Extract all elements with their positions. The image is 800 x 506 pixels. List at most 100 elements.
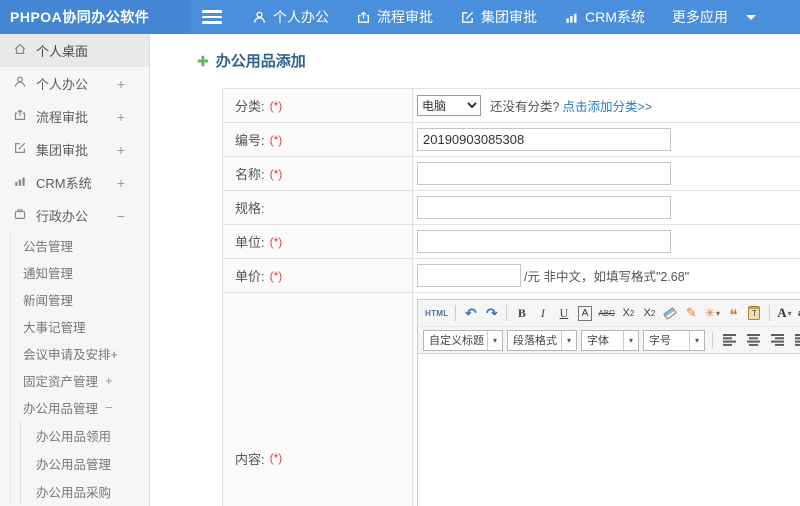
sidebar-label: 个人桌面 bbox=[36, 44, 89, 59]
redo-icon[interactable]: ↷ bbox=[482, 303, 501, 323]
sidebar-label: 公告管理 bbox=[23, 240, 74, 254]
sidebar-label: 流程审批 bbox=[36, 110, 89, 125]
field-label: 内容: bbox=[235, 451, 265, 467]
sidebar-item-supplies-purchase[interactable]: 办公用品采购 bbox=[21, 477, 149, 505]
align-center-icon[interactable] bbox=[744, 330, 764, 350]
nav-item-more-apps[interactable]: 更多应用 bbox=[672, 7, 756, 27]
plain-format-button[interactable]: A bbox=[577, 305, 593, 321]
page-title-text: 办公用品添加 bbox=[215, 53, 306, 70]
edit-square-icon bbox=[13, 141, 27, 158]
blockquote-icon[interactable]: ❝ bbox=[724, 306, 743, 326]
highlight-color-button[interactable]: ab✎▾ bbox=[796, 303, 800, 323]
sidebar-item-personal-office[interactable]: 个人办公 + bbox=[0, 67, 149, 100]
font-size-select[interactable]: 字号 ▾ bbox=[643, 329, 705, 351]
add-category-link[interactable]: 点击添加分类>> bbox=[562, 96, 652, 115]
office-supplies-submenu: 办公用品领用 办公用品管理 办公用品采购 bbox=[20, 421, 149, 505]
sidebar-item-supplies-claim[interactable]: 办公用品领用 bbox=[21, 421, 149, 449]
sidebar-item-crm[interactable]: CRM系统 + bbox=[0, 166, 149, 199]
paragraph-format-select[interactable]: 段落格式 ▾ bbox=[507, 329, 577, 351]
sidebar-item-desktop[interactable]: 个人桌面 bbox=[0, 34, 149, 67]
source-code-button[interactable]: HTML bbox=[423, 303, 450, 323]
sidebar-label: 办公用品采购 bbox=[36, 485, 112, 500]
sidebar-item-office-supplies-mgmt[interactable]: 办公用品管理 − bbox=[11, 394, 149, 421]
form-row-content: 内容: (*) HTML ↶ ↷ B I U A ABC X 2 X 2 ✎ ✳… bbox=[223, 293, 800, 506]
form-row-category: 分类: (*) 电脑 还没有分类? 点击添加分类>> bbox=[223, 89, 800, 123]
sidebar-label: 新闻管理 bbox=[23, 294, 74, 308]
caret-down-icon: ▾ bbox=[623, 330, 638, 350]
form-row-unit: 单位: (*) bbox=[223, 225, 800, 259]
undo-icon[interactable]: ↶ bbox=[461, 303, 480, 323]
supply-add-form: 分类: (*) 电脑 还没有分类? 点击添加分类>> 编号: (*) 20190… bbox=[222, 88, 800, 506]
strikethrough-button[interactable]: ABC bbox=[596, 303, 616, 323]
app-logo: PHPOA协同办公软件 bbox=[0, 0, 190, 34]
sidebar-item-news-mgmt[interactable]: 新闻管理 bbox=[11, 286, 149, 313]
workflow-icon bbox=[356, 10, 371, 25]
briefcase-icon bbox=[13, 207, 27, 224]
font-color-button[interactable]: A ▾ bbox=[775, 303, 794, 323]
sidebar-item-memorabilia-mgmt[interactable]: 大事记管理 bbox=[11, 313, 149, 340]
unit-input[interactable] bbox=[417, 230, 671, 253]
underline-button[interactable]: U bbox=[554, 303, 573, 323]
align-right-icon[interactable] bbox=[768, 330, 788, 350]
paste-as-text-button[interactable]: T bbox=[745, 303, 764, 323]
nav-item-group-approval[interactable]: 集团审批 bbox=[460, 7, 537, 27]
spec-input[interactable] bbox=[417, 196, 671, 219]
nav-item-crm[interactable]: CRM系统 bbox=[564, 7, 645, 27]
sidebar-item-group-approval[interactable]: 集团审批 + bbox=[0, 133, 149, 166]
nav-item-personal-office[interactable]: 个人办公 bbox=[252, 7, 329, 27]
toolbar-separator bbox=[455, 305, 457, 321]
hamburger-icon[interactable] bbox=[202, 10, 222, 24]
expand-plus-icon[interactable]: + bbox=[117, 175, 125, 191]
quick-format-button[interactable]: ✳ ▾ bbox=[703, 303, 722, 323]
font-family-select[interactable]: 字体 ▾ bbox=[581, 329, 639, 351]
sidebar-item-meeting-mgmt[interactable]: 会议申请及安排+ bbox=[11, 340, 149, 367]
form-row-name: 名称: (*) bbox=[223, 157, 800, 191]
price-input[interactable] bbox=[417, 264, 521, 287]
sidebar-item-notice-mgmt[interactable]: 通知管理 bbox=[11, 259, 149, 286]
sidebar-item-announcement-mgmt[interactable]: 公告管理 bbox=[11, 232, 149, 259]
sidebar-item-admin-office[interactable]: 行政办公 − bbox=[0, 199, 149, 232]
bar-chart-icon bbox=[564, 10, 579, 25]
required-marker: (*) bbox=[269, 234, 283, 249]
rich-text-editor: HTML ↶ ↷ B I U A ABC X2 X2 ✎ ✳ ▾ ❝ T A ▾… bbox=[417, 299, 800, 506]
collapse-minus-icon[interactable]: − bbox=[105, 400, 113, 415]
format-painter-icon[interactable]: ✎ bbox=[682, 303, 701, 323]
expand-plus-icon[interactable]: + bbox=[117, 109, 125, 125]
sidebar-label: 固定资产管理 bbox=[23, 375, 99, 389]
sidebar-item-workflow-approval[interactable]: 流程审批 + bbox=[0, 100, 149, 133]
main-content: ✚ 办公用品添加 分类: (*) 电脑 还没有分类? 点击添加分类>> 编号: … bbox=[150, 34, 800, 506]
nav-label: 个人办公 bbox=[273, 9, 329, 25]
name-input[interactable] bbox=[417, 162, 671, 185]
editor-content-area[interactable] bbox=[418, 354, 800, 506]
bar-chart-icon bbox=[13, 174, 27, 191]
subscript-button[interactable]: X2 bbox=[640, 303, 659, 323]
toolbar-separator bbox=[768, 305, 770, 321]
form-row-code: 编号: (*) bbox=[223, 123, 800, 157]
sidebar: 个人桌面 个人办公 + 流程审批 + 集团审批 + CRM系统 + 行政办公 − bbox=[0, 34, 150, 506]
sidebar-label: 大事记管理 bbox=[23, 321, 86, 335]
nav-item-workflow-approval[interactable]: 流程审批 bbox=[356, 7, 433, 27]
sidebar-label: 通知管理 bbox=[23, 267, 74, 281]
code-input[interactable] bbox=[417, 128, 671, 151]
category-select[interactable]: 电脑 bbox=[417, 95, 481, 116]
sidebar-label: 会议申请及安排+ bbox=[23, 348, 118, 362]
add-icon: ✚ bbox=[197, 52, 209, 69]
expand-plus-icon[interactable]: + bbox=[117, 76, 125, 92]
sparkle-icon: ✳ bbox=[704, 306, 715, 320]
bold-button[interactable]: B bbox=[512, 303, 531, 323]
no-category-text: 还没有分类? bbox=[490, 100, 560, 114]
sidebar-item-supplies-manage[interactable]: 办公用品管理 bbox=[21, 449, 149, 477]
superscript-button[interactable]: X2 bbox=[619, 303, 638, 323]
align-left-icon[interactable] bbox=[720, 330, 740, 350]
remove-format-button[interactable] bbox=[661, 303, 680, 323]
justify-icon[interactable] bbox=[792, 330, 800, 350]
italic-button[interactable]: I bbox=[533, 303, 552, 323]
page-title: ✚ 办公用品添加 bbox=[197, 50, 800, 71]
sidebar-item-fixed-assets-mgmt[interactable]: 固定资产管理 + bbox=[11, 367, 149, 394]
person-icon bbox=[252, 10, 267, 25]
expand-plus-icon[interactable]: + bbox=[105, 373, 113, 388]
expand-plus-icon[interactable]: + bbox=[117, 142, 125, 158]
custom-heading-select[interactable]: 自定义标题 ▾ bbox=[423, 329, 503, 351]
top-navbar: PHPOA协同办公软件 个人办公 流程审批 集团审批 CRM系统 更多应用 bbox=[0, 0, 800, 34]
collapse-minus-icon[interactable]: − bbox=[117, 208, 125, 224]
